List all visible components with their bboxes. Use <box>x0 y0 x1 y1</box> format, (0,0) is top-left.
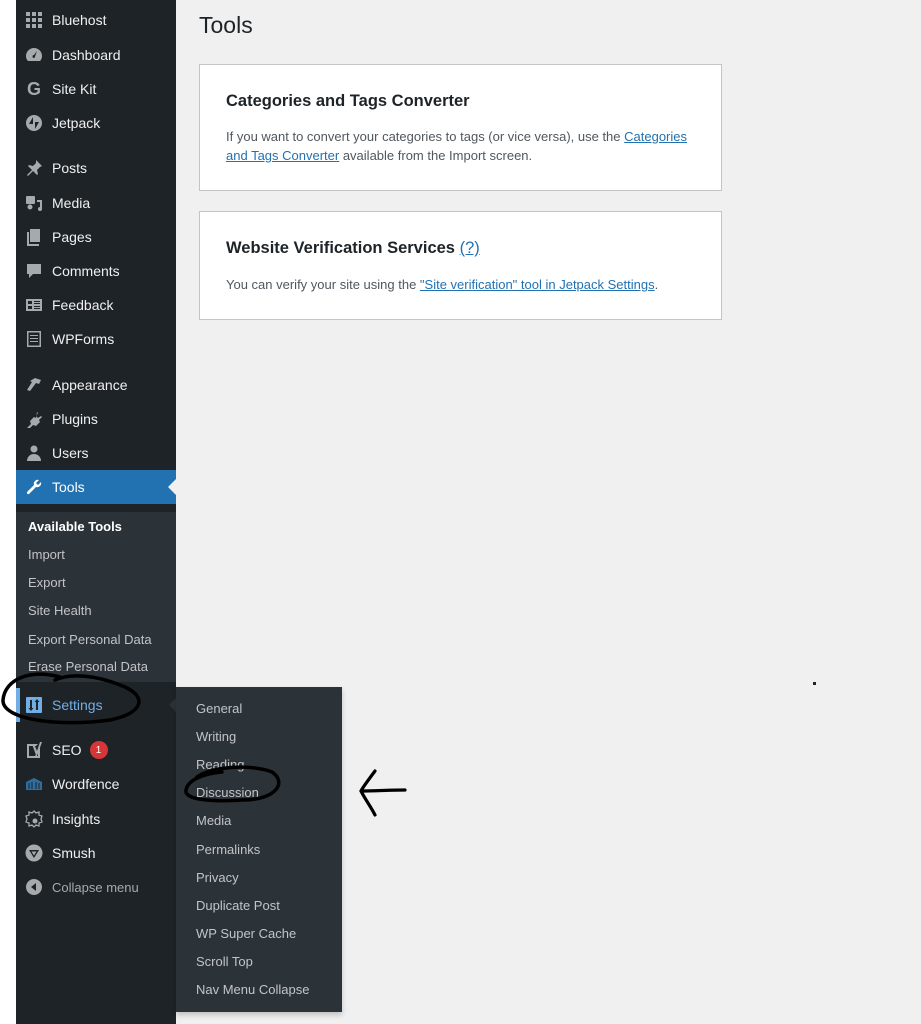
flyout-item-wp-super-cache[interactable]: WP Super Cache <box>196 926 296 941</box>
card-text: If you want to convert your categories t… <box>226 129 625 144</box>
sidebar-item-label: Users <box>52 445 89 461</box>
sidebar-item-label: Tools <box>52 479 85 495</box>
sidebar-item-smush[interactable]: Smush <box>16 836 176 870</box>
submenu-import[interactable]: Import <box>28 547 65 562</box>
help-link[interactable]: (?) <box>460 239 480 257</box>
flyout-item-duplicate-post[interactable]: Duplicate Post <box>196 898 280 913</box>
sidebar-item-label: Media <box>52 195 91 211</box>
admin-sidebar: Bluehost Dashboard G Site Kit Jetpack Po… <box>16 0 177 1024</box>
flyout-item-nav-menu-collapse[interactable]: Nav Menu Collapse <box>196 982 309 997</box>
sidebar-item-bluehost[interactable]: Bluehost <box>16 3 176 37</box>
sidebar-item-wordfence[interactable]: Wordfence <box>16 767 176 801</box>
categories-tags-converter-card: Categories and Tags Converter If you wan… <box>199 64 722 191</box>
flyout-item-media[interactable]: Media <box>196 813 231 828</box>
flyout-item-discussion[interactable]: Discussion <box>196 785 259 800</box>
flyout-item-permalinks[interactable]: Permalinks <box>196 842 260 857</box>
sidebar-item-posts[interactable]: Posts <box>16 151 176 185</box>
pushpin-icon <box>24 158 44 178</box>
paintbrush-icon <box>24 375 44 395</box>
sidebar-item-dashboard[interactable]: Dashboard <box>16 38 176 72</box>
sidebar-item-pages[interactable]: Pages <box>16 220 176 254</box>
sidebar-item-label: WPForms <box>52 331 115 347</box>
tools-submenu: Available Tools Import Export Site Healt… <box>16 512 176 682</box>
submenu-export-personal-data[interactable]: Export Personal Data <box>28 632 152 647</box>
card-description: If you want to convert your categories t… <box>226 127 696 165</box>
submenu-export[interactable]: Export <box>28 575 66 590</box>
sidebar-item-jetpack[interactable]: Jetpack <box>16 106 176 140</box>
sidebar-item-label: Insights <box>52 811 101 827</box>
sidebar-item-label: Collapse menu <box>52 879 139 895</box>
wpforms-icon <box>24 329 44 349</box>
submenu-available-tools[interactable]: Available Tools <box>28 519 122 534</box>
settings-flyout-menu: General Writing Reading Discussion Media… <box>176 687 342 1012</box>
pages-icon <box>24 227 44 247</box>
grid-icon <box>24 10 44 30</box>
wordfence-icon <box>24 774 44 794</box>
sidebar-item-media[interactable]: Media <box>16 186 176 220</box>
sidebar-item-label: Plugins <box>52 411 98 427</box>
sidebar-item-site-kit[interactable]: G Site Kit <box>16 72 176 106</box>
sidebar-item-settings[interactable]: Settings <box>16 688 177 722</box>
flyout-item-reading[interactable]: Reading <box>196 757 244 772</box>
sidebar-item-plugins[interactable]: Plugins <box>16 402 176 436</box>
sidebar-item-wpforms[interactable]: WPForms <box>16 322 176 356</box>
card-title: Website Verification Services (?) <box>226 239 480 258</box>
card-title: Categories and Tags Converter <box>226 92 470 110</box>
jetpack-bolt-icon <box>24 113 44 133</box>
arrow-annotation <box>359 769 407 817</box>
submenu-erase-personal-data[interactable]: Erase Personal Data <box>28 659 148 674</box>
sidebar-item-tools[interactable]: Tools <box>16 470 176 504</box>
feedback-list-icon <box>24 295 44 315</box>
sidebar-item-label: SEO <box>52 742 82 758</box>
sidebar-item-label: Bluehost <box>52 12 107 28</box>
collapse-menu-button[interactable]: Collapse menu <box>16 870 176 904</box>
sidebar-item-label: Settings <box>52 697 103 713</box>
sidebar-item-label: Appearance <box>52 377 128 393</box>
sidebar-item-label: Pages <box>52 229 92 245</box>
sidebar-item-label: Smush <box>52 845 96 861</box>
left-white-strip <box>0 0 16 1024</box>
page-title: Tools <box>199 12 253 38</box>
insights-icon <box>24 809 44 829</box>
comment-bubble-icon <box>24 261 44 281</box>
sidebar-item-label: Site Kit <box>52 81 97 97</box>
card-description: You can verify your site using the "Site… <box>226 275 696 294</box>
dashboard-gauge-icon <box>24 45 44 65</box>
sidebar-item-users[interactable]: Users <box>16 436 176 470</box>
sidebar-item-label: Jetpack <box>52 115 101 131</box>
card-text: available from the Import screen. <box>339 148 533 163</box>
settings-sliders-icon <box>24 695 44 715</box>
submenu-site-health[interactable]: Site Health <box>28 603 92 618</box>
stray-dot <box>813 682 816 685</box>
sidebar-item-label: Dashboard <box>52 47 121 63</box>
sidebar-item-label: Posts <box>52 160 88 176</box>
media-icon <box>24 193 44 213</box>
flyout-item-general[interactable]: General <box>196 701 242 716</box>
sidebar-item-label: Wordfence <box>52 776 120 792</box>
wrench-icon <box>24 477 44 497</box>
card-title-text: Website Verification Services <box>226 239 455 257</box>
site-verification-link[interactable]: "Site verification" tool in Jetpack Sett… <box>420 277 655 292</box>
plugin-plug-icon <box>24 409 44 429</box>
sidebar-item-feedback[interactable]: Feedback <box>16 288 176 322</box>
yoast-icon <box>24 740 44 760</box>
google-g-icon: G <box>26 78 41 99</box>
flyout-item-scroll-top[interactable]: Scroll Top <box>196 954 253 969</box>
card-text: You can verify your site using the <box>226 277 420 292</box>
flyout-item-writing[interactable]: Writing <box>196 729 236 744</box>
sidebar-item-label: Comments <box>52 263 120 279</box>
sidebar-item-comments[interactable]: Comments <box>16 254 176 288</box>
user-icon <box>24 443 44 463</box>
sidebar-item-appearance[interactable]: Appearance <box>16 368 176 402</box>
sidebar-item-insights[interactable]: Insights <box>16 802 176 836</box>
card-text: . <box>654 277 659 292</box>
flyout-item-privacy[interactable]: Privacy <box>196 870 239 885</box>
sidebar-item-seo[interactable]: SEO 1 <box>16 733 176 767</box>
seo-notification-badge: 1 <box>89 741 108 759</box>
website-verification-card: Website Verification Services (?) You ca… <box>199 211 722 320</box>
collapse-arrow-icon <box>24 877 44 897</box>
smush-icon <box>24 843 44 863</box>
sidebar-item-label: Feedback <box>52 297 114 313</box>
